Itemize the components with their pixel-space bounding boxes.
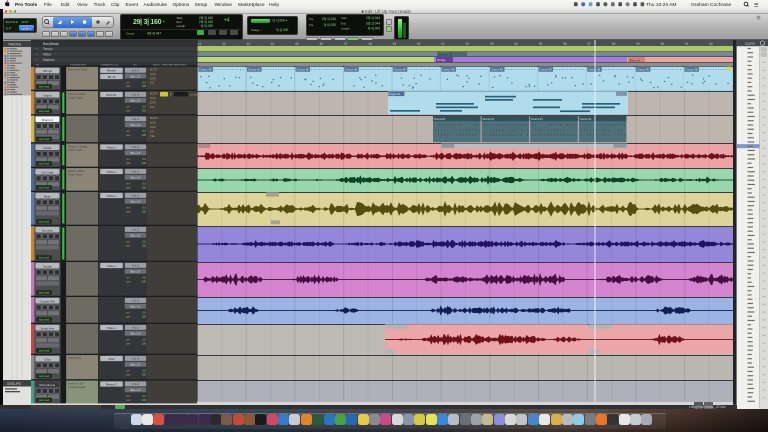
svg-text:0| 1| 000 ▾: 0| 1| 000 ▾ <box>273 19 288 23</box>
svg-text:40| 4| 447: 40| 4| 447 <box>147 32 161 36</box>
svg-text:SHUFFLE: SHUFFLE <box>6 20 18 24</box>
svg-text:⚙: ⚙ <box>756 15 761 22</box>
svg-text:Cursor: Cursor <box>126 31 134 35</box>
svg-text:Window: Window <box>215 2 233 8</box>
svg-text:0| 0| 000: 0| 0| 000 <box>201 24 214 28</box>
svg-text:LiftUpYourHeads_GCmix: LiftUpYourHeads_GCmix <box>689 405 726 409</box>
svg-text:Event: Event <box>126 2 139 8</box>
svg-text:+4: +4 <box>224 18 230 24</box>
svg-text:Pre: Pre <box>309 23 314 27</box>
svg-text:Verse 2: Verse 2 <box>630 58 641 62</box>
svg-text:29| 1| 044: 29| 1| 044 <box>322 17 336 21</box>
svg-text:☰: ☰ <box>754 2 759 8</box>
svg-text:29| 1| 044: 29| 1| 044 <box>366 16 380 20</box>
svg-text:Length: Length <box>341 27 350 31</box>
svg-text:Pre: Pre <box>309 17 314 21</box>
svg-text:Graham Cochrane: Graham Cochrane <box>691 2 732 8</box>
svg-text:Edit: Edit <box>61 2 70 8</box>
svg-text:0| 1| 000: 0| 1| 000 <box>276 28 289 32</box>
svg-text:Chorus 3A: Chorus 3A <box>439 52 453 56</box>
svg-text:File: File <box>44 2 52 8</box>
svg-text:Nudge ♩: Nudge ♩ <box>251 28 263 32</box>
svg-text:Setup: Setup <box>195 2 208 8</box>
svg-text:29| 3| 160 ·: 29| 3| 160 · <box>133 19 165 26</box>
svg-text:Bridge: Bridge <box>437 58 446 62</box>
svg-text:Options: Options <box>173 2 190 8</box>
svg-text:0| 0| 000: 0| 0| 000 <box>324 23 337 27</box>
svg-text:Thu 10:24 AM: Thu 10:24 AM <box>646 2 676 8</box>
svg-text:Clip: Clip <box>111 2 120 8</box>
svg-text:End: End <box>341 21 346 25</box>
svg-text:4| 0| 000: 4| 0| 000 <box>368 27 381 31</box>
svg-text:GRID ▾: GRID ▾ <box>21 27 32 31</box>
svg-text:Pro Tools: Pro Tools <box>15 2 37 8</box>
svg-text:View: View <box>77 2 88 8</box>
svg-text:SPOT: SPOT <box>22 20 30 24</box>
svg-text:Marketplace: Marketplace <box>238 2 265 8</box>
svg-text:Start: Start <box>341 16 347 20</box>
svg-text:Track: Track <box>94 2 107 8</box>
svg-text:■ Edit: Lift Up Your Heads: ■ Edit: Lift Up Your Heads <box>361 9 410 14</box>
svg-text:Length: Length <box>177 24 186 28</box>
svg-text:Help: Help <box>269 2 279 8</box>
svg-text:SLIP: SLIP <box>6 27 12 31</box>
svg-text:AudioSuite: AudioSuite <box>144 2 168 8</box>
svg-text:33| 1| 044: 33| 1| 044 <box>366 21 380 25</box>
